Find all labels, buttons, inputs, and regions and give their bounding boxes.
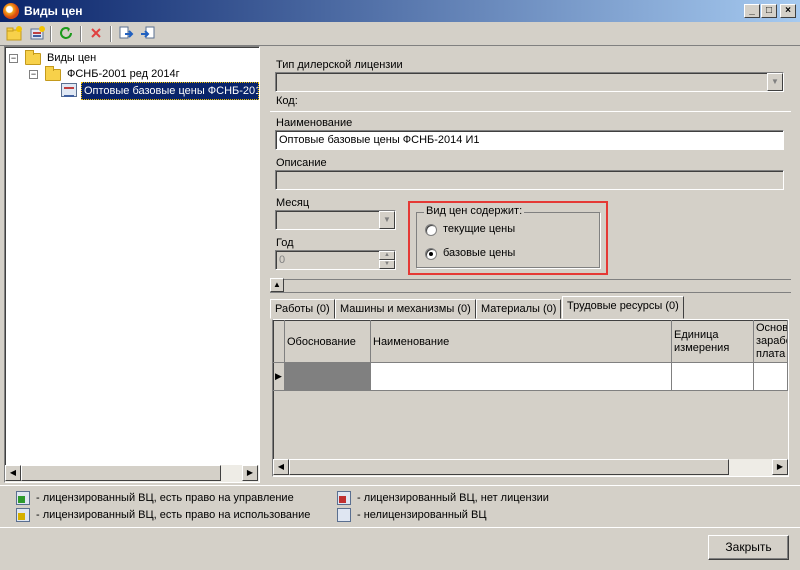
scroll-right-icon[interactable]: ▶	[772, 459, 788, 475]
tree-hscrollbar[interactable]: ◀ ▶	[5, 465, 259, 482]
close-window-button[interactable]: ×	[780, 4, 796, 18]
code-label: Код:	[276, 95, 298, 107]
grid-corner	[273, 320, 285, 363]
description-label: Описание	[276, 157, 327, 169]
legend-item-no-license: - лицензированный ВЦ, нет лицензии	[357, 492, 549, 504]
tab-strip: Работы (0) Машины и механизмы (0) Матери…	[270, 296, 791, 319]
collapse-icon[interactable]: −	[29, 70, 38, 79]
tree-node-label: Виды цен	[47, 52, 97, 64]
collapse-bar[interactable]	[270, 279, 791, 293]
scroll-right-icon[interactable]: ▶	[242, 465, 258, 481]
price-type-icon	[61, 83, 77, 97]
licensed-no-license-icon	[337, 491, 351, 505]
month-label: Месяц	[276, 197, 310, 209]
window-title: Виды цен	[24, 4, 83, 18]
tree-node-label: Оптовые базовые цены ФСНБ-2014 И1	[81, 82, 259, 100]
divider	[0, 527, 800, 528]
divider	[0, 485, 800, 486]
table-cell-name[interactable]	[371, 363, 672, 391]
collapse-up-icon[interactable]: ▲	[270, 278, 284, 292]
new-folder-icon[interactable]	[4, 25, 24, 43]
scroll-thumb[interactable]	[289, 459, 729, 475]
scroll-thumb[interactable]	[21, 465, 221, 481]
app-icon	[3, 3, 19, 19]
grid-hscrollbar[interactable]: ◀ ▶	[273, 459, 788, 476]
scroll-left-icon[interactable]: ◀	[273, 459, 289, 475]
divider	[270, 111, 791, 112]
title-bar: Виды цен	[0, 0, 800, 22]
radio-current-prices[interactable]	[425, 224, 437, 236]
legend-item-manage: - лицензированный ВЦ, есть право на упра…	[36, 492, 294, 504]
license-type-label: Тип дилерской лицензии	[276, 59, 403, 71]
tab-materials[interactable]: Материалы (0)	[476, 299, 562, 319]
export-icon[interactable]	[116, 25, 136, 43]
column-header-name[interactable]: Наименование	[371, 320, 672, 363]
close-button[interactable]: Закрыть	[708, 535, 789, 560]
description-field[interactable]	[275, 170, 784, 190]
toolbar-separator	[80, 26, 82, 42]
licensed-use-icon	[16, 508, 30, 522]
radio-current-label[interactable]: текущие цены	[443, 223, 515, 235]
tab-works[interactable]: Работы (0)	[270, 299, 335, 319]
legend-item-unlicensed: - нелицензированный ВЦ	[357, 509, 487, 521]
collapse-icon[interactable]: −	[9, 54, 18, 63]
groupbox-title: Вид цен содержит:	[424, 205, 525, 217]
tab-machines[interactable]: Машины и механизмы (0)	[335, 299, 476, 319]
toolbar-separator	[50, 26, 52, 42]
table-cell-salary[interactable]	[754, 363, 788, 391]
column-header-justification[interactable]: Обоснование	[285, 320, 371, 363]
tab-labor[interactable]: Трудовые ресурсы (0)	[562, 296, 684, 319]
spin-up-icon[interactable]: ▲	[379, 251, 395, 260]
legend-item-use: - лицензированный ВЦ, есть право на испо…	[36, 509, 311, 521]
data-grid[interactable]: Обоснование Наименование Единица измерен…	[272, 319, 789, 477]
toolbar-separator	[110, 26, 112, 42]
folder-icon	[45, 66, 61, 81]
price-type-groupbox	[416, 212, 600, 268]
radio-base-label[interactable]: базовые цены	[443, 247, 515, 259]
new-item-icon[interactable]	[27, 25, 47, 43]
folder-icon	[25, 50, 41, 65]
column-header-salary[interactable]: Основная заработная плата	[754, 320, 788, 363]
row-indicator-icon: ▶	[273, 363, 285, 391]
spin-down-icon[interactable]: ▼	[379, 260, 395, 269]
maximize-button[interactable]: □	[761, 4, 777, 18]
minimize-button[interactable]: _	[744, 4, 760, 18]
year-label: Год	[276, 237, 294, 249]
delete-icon[interactable]	[86, 25, 106, 43]
radio-base-prices[interactable]	[425, 248, 437, 260]
licensed-manage-icon	[16, 491, 30, 505]
splitter[interactable]	[262, 46, 266, 483]
refresh-icon[interactable]	[56, 25, 76, 43]
year-spinner[interactable]: 0 ▲ ▼	[275, 250, 396, 270]
license-type-combo[interactable]: ▼	[275, 72, 784, 92]
chevron-down-icon[interactable]: ▼	[379, 211, 395, 229]
tree-panel[interactable]: − Виды цен − ФСНБ-2001 ред 2014г Оптовые…	[4, 46, 260, 483]
chevron-down-icon[interactable]: ▼	[767, 73, 783, 91]
name-field[interactable]: Оптовые базовые цены ФСНБ-2014 И1	[275, 130, 784, 150]
year-value: 0	[279, 254, 286, 266]
name-label: Наименование	[276, 117, 353, 129]
month-combo[interactable]: ▼	[275, 210, 396, 230]
column-header-unit[interactable]: Единица измерения	[672, 320, 754, 363]
import-icon[interactable]	[138, 25, 158, 43]
scroll-left-icon[interactable]: ◀	[5, 465, 21, 481]
table-cell-justification[interactable]	[285, 363, 371, 391]
table-cell-unit[interactable]	[672, 363, 754, 391]
unlicensed-icon	[337, 508, 351, 522]
tree-node-label: ФСНБ-2001 ред 2014г	[67, 68, 180, 80]
